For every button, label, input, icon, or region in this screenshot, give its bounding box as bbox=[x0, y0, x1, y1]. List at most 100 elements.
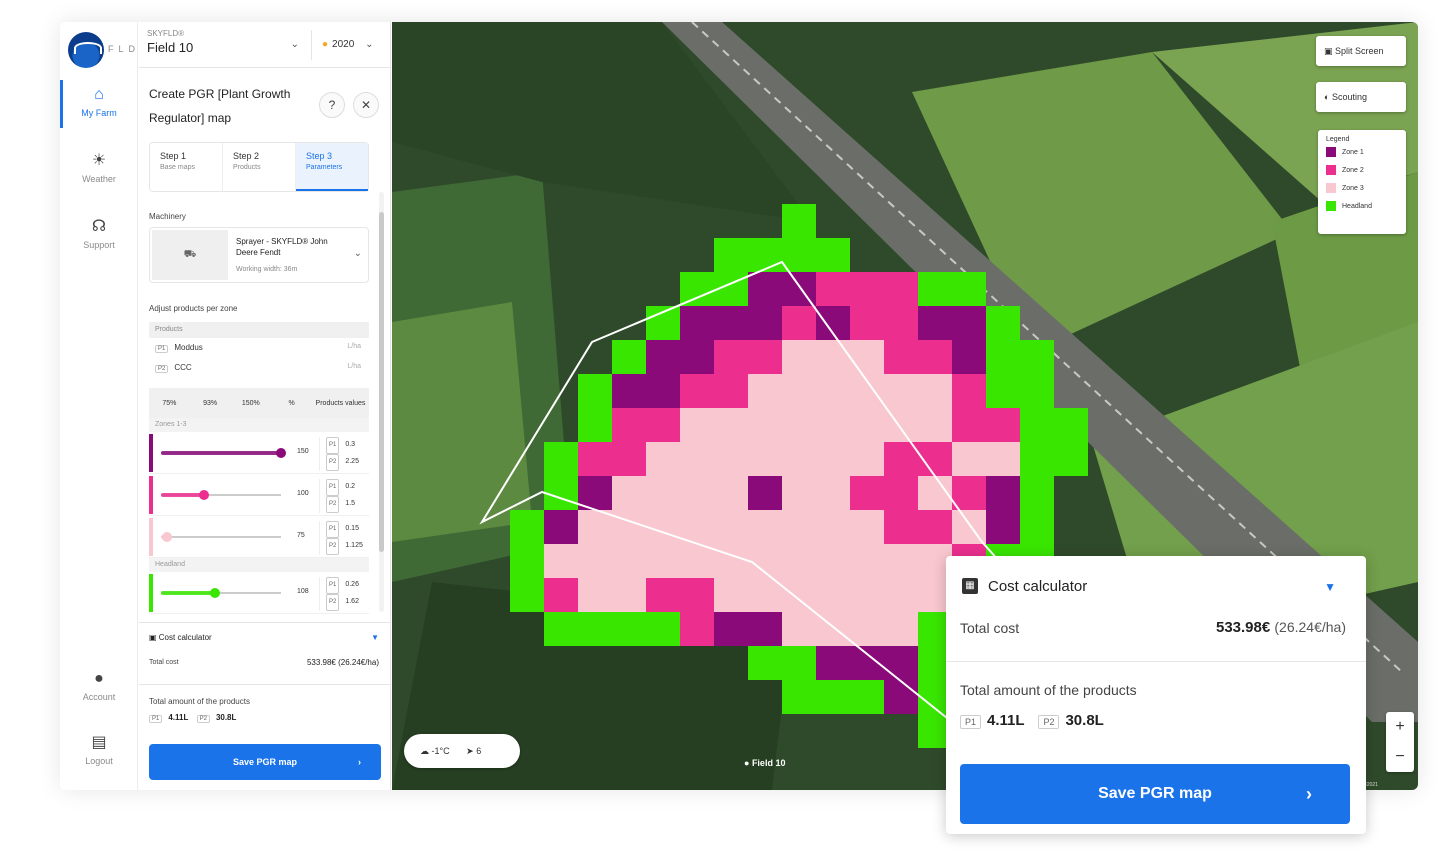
app-logo[interactable]: FLD bbox=[68, 30, 135, 70]
zone-cell bbox=[748, 374, 782, 408]
home-icon: ⌂ bbox=[94, 86, 104, 103]
zone-cell bbox=[1020, 510, 1054, 544]
zone-cell bbox=[816, 272, 850, 306]
total-amount-values: P1 4.11L P2 30.8L bbox=[960, 712, 1104, 729]
column-header: 93% bbox=[203, 399, 218, 407]
zone-p1: 0.15 bbox=[345, 525, 359, 532]
nav-item-my-farm[interactable]: ⌂ My Farm bbox=[60, 80, 138, 128]
zone-row: 150 P1 0.3 P2 2.25 bbox=[149, 432, 369, 474]
legend-item: Zone 2 bbox=[1326, 165, 1398, 183]
field-select[interactable]: SKYFLD® Field 10 ⌄ bbox=[147, 29, 303, 63]
zone-cell bbox=[680, 306, 714, 340]
slider-fill bbox=[161, 493, 205, 497]
nav-item-account[interactable]: ● Account bbox=[60, 670, 138, 702]
zone-cell bbox=[612, 612, 646, 646]
slider-handle[interactable] bbox=[162, 532, 172, 542]
nav-label: Weather bbox=[82, 174, 116, 184]
step-1-tab[interactable]: Step 1 Base maps bbox=[150, 143, 223, 191]
product-tag: P1 bbox=[155, 345, 169, 353]
zone-cell bbox=[646, 374, 680, 408]
product-tag: P1 bbox=[326, 437, 340, 454]
zone-cell bbox=[816, 340, 850, 374]
total-cost: 533.98€ bbox=[1215, 619, 1271, 636]
zone-cell bbox=[578, 408, 612, 442]
zone-cell bbox=[782, 544, 816, 578]
step-sub: Base maps bbox=[160, 164, 196, 171]
panel-scrollbar[interactable] bbox=[379, 192, 384, 612]
zone-cell bbox=[1054, 408, 1088, 442]
products-header: Products bbox=[149, 322, 369, 338]
zone-cell bbox=[612, 340, 646, 374]
zone-cell bbox=[884, 340, 918, 374]
zone-cell bbox=[544, 476, 578, 510]
zone-cell bbox=[952, 272, 986, 306]
zone-cell bbox=[714, 476, 748, 510]
step-2-tab[interactable]: Step 2 Products bbox=[223, 143, 296, 191]
save-pgr-map-button[interactable]: Save PGR map › bbox=[149, 744, 381, 780]
product-tag: P2 bbox=[326, 538, 340, 555]
zone-cell bbox=[578, 442, 612, 476]
zone-cell bbox=[1020, 340, 1054, 374]
zone-cell bbox=[612, 408, 646, 442]
legend-item: Zone 3 bbox=[1326, 183, 1398, 201]
zone-cell bbox=[850, 306, 884, 340]
zone-cell bbox=[714, 340, 748, 374]
zoom-out-button[interactable]: − bbox=[1386, 742, 1414, 772]
panel-header: SKYFLD® Field 10 ⌄ ● 2020 ⌄ bbox=[139, 22, 391, 68]
products-table: Products P1 Moddus L/ha P2 CCC L/ha 75% 93… bbox=[149, 322, 369, 614]
product-tag: P2 bbox=[326, 496, 340, 513]
scouting-toggle[interactable]: ◐ Scouting bbox=[1316, 82, 1406, 112]
zone-p1: 0.2 bbox=[345, 483, 356, 490]
weather-temp: -1°C bbox=[431, 746, 450, 756]
zone-cell bbox=[816, 680, 850, 714]
zone-values: P1 0.26 P2 1.62 bbox=[319, 577, 359, 611]
zoom-in-button[interactable]: + bbox=[1386, 712, 1414, 742]
zone-p2: 1.5 bbox=[345, 500, 356, 507]
machinery-select[interactable]: ⛟ Sprayer - SKYFLD® John Deere Fendt Wor… bbox=[149, 227, 369, 283]
step-3-tab[interactable]: Step 3 Parameters bbox=[296, 143, 368, 191]
wind-speed: 6 bbox=[476, 746, 482, 756]
stepper: Step 1 Base maps Step 2 Products Step 3 Par… bbox=[149, 142, 369, 192]
nav-label: Account bbox=[82, 692, 116, 702]
product-row: P1 Moddus L/ha bbox=[149, 338, 369, 358]
cost-calculator-header[interactable]: ▦ Cost calculator ▼ Total cost 533.98€ (… bbox=[946, 556, 1366, 662]
slider-handle[interactable] bbox=[210, 588, 220, 598]
slider-track[interactable] bbox=[161, 536, 281, 538]
field-name: Field 10 bbox=[147, 40, 194, 55]
zone-cell bbox=[986, 306, 1020, 340]
nav-item-logout[interactable]: ▤ Logout bbox=[60, 734, 138, 766]
zone-cell bbox=[748, 340, 782, 374]
cost-calculator-card: ▦ Cost calculator ▼ Total cost 533.98€ (… bbox=[946, 556, 1366, 834]
amount-p1: 4.11L bbox=[168, 713, 189, 722]
split-screen-button[interactable]: ▣ Split Screen bbox=[1316, 36, 1406, 66]
zone-cell bbox=[646, 442, 680, 476]
zone-cell bbox=[748, 306, 782, 340]
zone-cell bbox=[1020, 408, 1054, 442]
zone-cell bbox=[612, 374, 646, 408]
caret-down-icon[interactable]: ▼ bbox=[1324, 580, 1336, 594]
zone-color-bar bbox=[149, 574, 153, 612]
nav-item-weather[interactable]: ☀ Weather bbox=[60, 152, 138, 184]
slider-handle[interactable] bbox=[276, 448, 286, 458]
zone-cell bbox=[646, 544, 680, 578]
total-amount-mini: Total amount of the products P1 4.11L P2 3… bbox=[139, 684, 391, 734]
zone-cell bbox=[748, 272, 782, 306]
close-button[interactable]: ✕ bbox=[353, 92, 379, 118]
field-tag[interactable]: ● Field 10 bbox=[744, 758, 785, 768]
weather-pill[interactable]: ☁ -1°C ➤ 6 bbox=[404, 734, 520, 768]
legend-swatch bbox=[1326, 147, 1336, 158]
zone-cell bbox=[850, 408, 884, 442]
zone-cell bbox=[714, 544, 748, 578]
zone-cell bbox=[680, 612, 714, 646]
product-tag: P1 bbox=[326, 479, 340, 496]
nav-item-support[interactable]: ☊ Support bbox=[60, 218, 138, 250]
legend-item: Headland bbox=[1326, 201, 1398, 219]
legend-label: Zone 1 bbox=[1342, 149, 1364, 156]
help-button[interactable]: ? bbox=[319, 92, 345, 118]
slider-handle[interactable] bbox=[199, 490, 210, 500]
save-pgr-map-button[interactable]: Save PGR map › bbox=[960, 764, 1350, 824]
legend-label: Zone 3 bbox=[1342, 185, 1364, 192]
cost-calculator-mini[interactable]: ▣ Cost calculator ▼ Total cost 533.98€ (… bbox=[139, 622, 391, 684]
zone-cell bbox=[578, 578, 612, 612]
season-select[interactable]: ● 2020 ⌄ bbox=[311, 30, 385, 60]
